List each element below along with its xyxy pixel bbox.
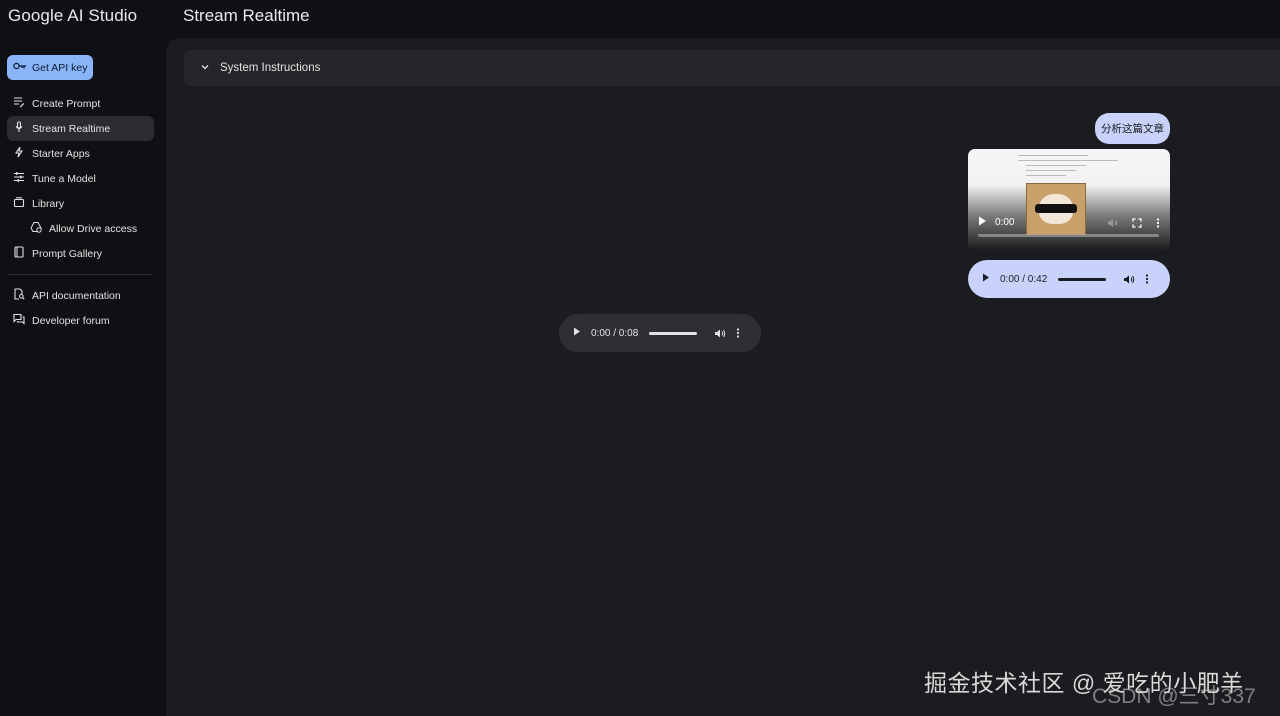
sidebar-item-label: Allow Drive access (49, 222, 138, 235)
play-icon[interactable] (573, 327, 581, 339)
audio-progress-bar[interactable] (649, 331, 698, 335)
sidebar-item-label: Starter Apps (32, 147, 90, 160)
sidebar-item-label: Library (32, 197, 65, 210)
key-icon (13, 61, 27, 74)
sidebar-item-label: Stream Realtime (32, 122, 111, 135)
audio-time: 0:00 / 0:42 (1000, 273, 1048, 285)
tune-icon (13, 171, 25, 186)
sidebar-item-library[interactable]: Library (7, 191, 154, 216)
doc-line (1026, 165, 1086, 166)
sidebar-divider (7, 274, 153, 275)
book-icon (13, 246, 25, 261)
doc-line (1026, 170, 1076, 171)
page-title: Stream Realtime (183, 6, 310, 25)
mute-icon[interactable] (1107, 218, 1118, 228)
sidebar-item-label: Developer forum (32, 314, 110, 327)
bolt-icon (13, 146, 25, 161)
forum-icon (13, 313, 25, 328)
video-controls: 0:00 (968, 204, 1170, 251)
top-bar: Google AI Studio Stream Realtime (0, 0, 1280, 38)
sidebar-item-starter-apps[interactable]: Starter Apps (7, 141, 154, 166)
video-time: 0:00 (995, 217, 1015, 228)
model-audio-player[interactable]: 0:00 / 0:08 (559, 314, 761, 352)
drive-icon (30, 221, 42, 236)
sidebar-item-label: Tune a Model (32, 172, 96, 185)
doc-line (1018, 160, 1118, 161)
sidebar: Get API key Create Prompt Stream Realtim… (0, 38, 166, 716)
sidebar-item-developer-forum[interactable]: Developer forum (7, 308, 154, 333)
brand-logo[interactable]: Google AI Studio (8, 6, 137, 26)
edit-note-icon (13, 96, 25, 111)
chevron-down-icon (200, 62, 210, 75)
audio-time: 0:00 / 0:08 (591, 327, 639, 339)
fullscreen-icon[interactable] (1132, 217, 1142, 228)
more-vert-icon[interactable] (1156, 217, 1160, 228)
sidebar-item-create-prompt[interactable]: Create Prompt (7, 91, 154, 116)
get-api-key-label: Get API key (32, 61, 88, 74)
play-icon[interactable] (978, 216, 987, 229)
sidebar-item-api-documentation[interactable]: API documentation (7, 283, 154, 308)
mic-icon (13, 121, 25, 136)
sidebar-item-allow-drive-access[interactable]: Allow Drive access (7, 216, 154, 241)
user-message-bubble: 分析这篇文章 (1095, 113, 1170, 144)
watermark-secondary: CSDN @三寸337 (1092, 685, 1256, 708)
doc-line (1018, 155, 1088, 156)
play-icon[interactable] (982, 273, 990, 285)
more-vert-icon[interactable] (1145, 274, 1149, 284)
sidebar-item-label: API documentation (32, 289, 121, 302)
sidebar-nav: Create Prompt Stream Realtime Starter Ap… (7, 91, 154, 333)
video-progress-bar[interactable] (978, 234, 1159, 237)
system-instructions-toggle[interactable]: System Instructions (184, 50, 1280, 86)
doc-line (1026, 175, 1066, 176)
audio-progress-bar[interactable] (1058, 277, 1107, 281)
system-instructions-label: System Instructions (220, 62, 321, 74)
doc-search-icon (13, 288, 25, 303)
volume-icon[interactable] (1123, 274, 1135, 285)
sidebar-item-label: Create Prompt (32, 97, 101, 110)
video-player[interactable]: 0:00 (968, 149, 1170, 251)
sidebar-item-tune-model[interactable]: Tune a Model (7, 166, 154, 191)
more-vert-icon[interactable] (736, 328, 740, 338)
library-icon (13, 196, 25, 211)
main-panel: System Instructions 分析这篇文章 0:00 0:00 / 0… (166, 38, 1280, 716)
sidebar-item-prompt-gallery[interactable]: Prompt Gallery (7, 241, 154, 266)
sidebar-item-stream-realtime[interactable]: Stream Realtime (7, 116, 154, 141)
sidebar-item-label: Prompt Gallery (32, 247, 103, 260)
app-root: Google AI Studio Stream Realtime Get API… (0, 0, 1280, 716)
get-api-key-button[interactable]: Get API key (7, 55, 93, 80)
user-audio-player[interactable]: 0:00 / 0:42 (968, 260, 1170, 298)
volume-icon[interactable] (714, 328, 726, 339)
